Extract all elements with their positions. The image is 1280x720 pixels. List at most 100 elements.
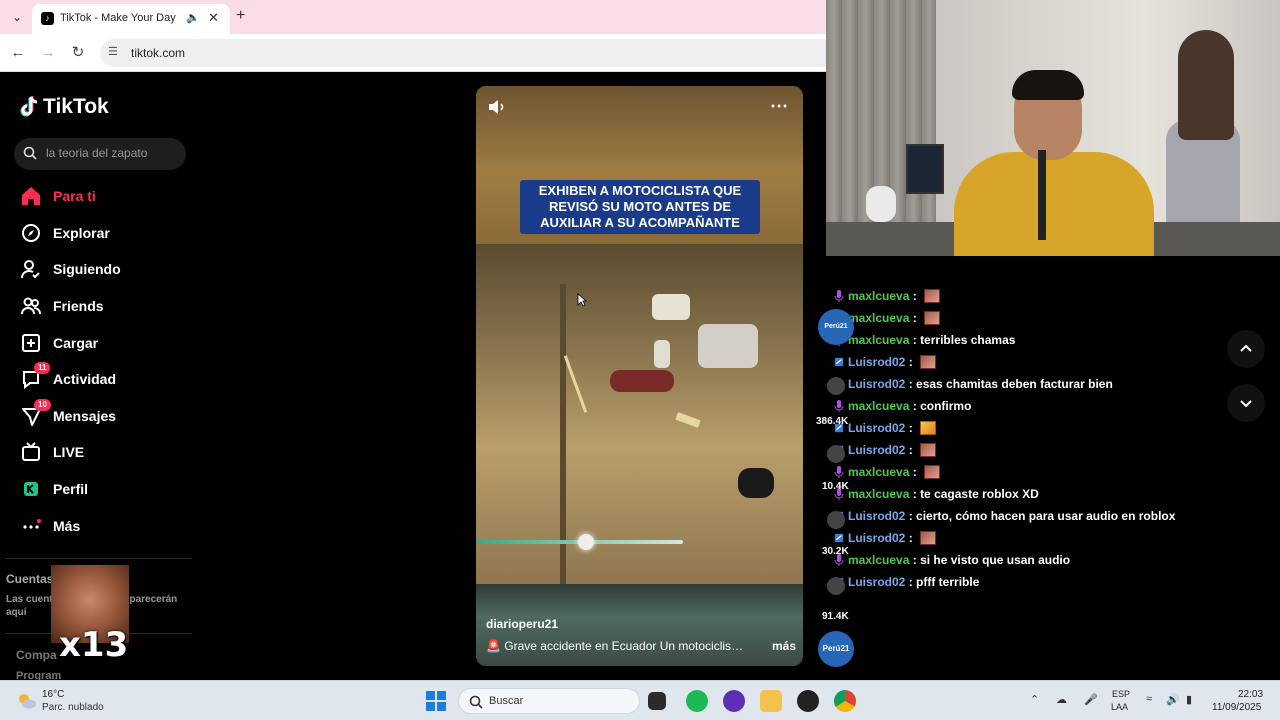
- sidebar-item-actividad[interactable]: 11 Actividad: [0, 361, 200, 398]
- browser-toolbar: ← → ↻ ☰ tiktok.com: [0, 34, 826, 72]
- reload-icon[interactable]: ↻: [68, 43, 88, 63]
- sidebar-item-siguiendo[interactable]: Siguiendo: [0, 251, 200, 288]
- weather-description: Parc. nublado: [42, 702, 104, 713]
- share-count: 91.4K: [822, 611, 849, 622]
- video-player[interactable]: EXHIBEN A MOTOCICLISTA QUE REVISÓ SU MOT…: [476, 86, 803, 666]
- user-badge-icon: [834, 357, 844, 367]
- sidebar-item-live[interactable]: LIVE: [0, 434, 200, 471]
- sidebar-item-perfil[interactable]: Perfil: [0, 471, 200, 508]
- chat-username[interactable]: maxlcueva: [848, 311, 909, 325]
- share-icon[interactable]: [826, 576, 846, 596]
- comment-count: 10.4K: [822, 481, 849, 492]
- sidebar-item-explorar[interactable]: Explorar: [0, 215, 200, 252]
- messages-badge: 10: [34, 398, 51, 411]
- language-code[interactable]: ESP: [1112, 689, 1130, 699]
- chat-username[interactable]: Luisrod02: [848, 377, 905, 391]
- sidebar-item-cargar[interactable]: Cargar: [0, 324, 200, 361]
- video-volume-slider[interactable]: [476, 534, 683, 550]
- caption-more-button[interactable]: más: [772, 639, 796, 653]
- slider-knob[interactable]: [577, 534, 594, 550]
- chat-username[interactable]: maxlcueva: [848, 289, 909, 303]
- chat-message: maxlcueva :: [834, 461, 941, 483]
- sound-avatar[interactable]: Perú21: [818, 631, 854, 667]
- tab-close-icon[interactable]: ✕: [208, 10, 219, 26]
- chat-username[interactable]: maxlcueva: [848, 465, 909, 479]
- chat-username[interactable]: Luisrod02: [848, 355, 905, 369]
- fallen-motorcycle: [610, 370, 674, 392]
- video-headline: EXHIBEN A MOTOCICLISTA QUE REVISÓ SU MOT…: [520, 180, 760, 234]
- search-box[interactable]: [14, 138, 186, 170]
- search-input[interactable]: [46, 146, 182, 160]
- streamer: [954, 70, 1154, 256]
- microphone-icon[interactable]: 🎤: [1084, 693, 1098, 706]
- sidebar-item-para-ti[interactable]: Para ti: [0, 178, 200, 215]
- spotify-icon[interactable]: [686, 690, 708, 712]
- previous-video-button[interactable]: [1227, 330, 1265, 368]
- sidebar-item-mensajes[interactable]: 10 Mensajes: [0, 398, 200, 435]
- chat-text: cierto, cómo hacen para usar audio en ro…: [916, 509, 1176, 523]
- tab-list-chevron-icon[interactable]: ⌄: [8, 8, 26, 26]
- address-bar[interactable]: ☰ tiktok.com: [100, 39, 826, 67]
- comment-icon[interactable]: [826, 444, 846, 464]
- back-icon[interactable]: ←: [8, 43, 28, 63]
- volume-icon[interactable]: [486, 96, 508, 118]
- clock-date[interactable]: 11/09/2025: [1212, 702, 1261, 713]
- chat-username[interactable]: Luisrod02: [848, 531, 905, 545]
- tiktok-logo-icon: [20, 96, 38, 117]
- chrome-icon[interactable]: [834, 690, 856, 712]
- microphone-stand: [1038, 150, 1046, 240]
- creator-avatar[interactable]: Perú21: [818, 309, 854, 345]
- tab-audio-icon[interactable]: 🔈: [186, 11, 200, 24]
- chat-message: Luisrod02 : pfff terrible: [834, 571, 979, 593]
- chat-username[interactable]: Luisrod02: [848, 443, 905, 457]
- taskbar-search[interactable]: Buscar: [458, 688, 640, 714]
- chat-username[interactable]: Luisrod02: [848, 421, 905, 435]
- battery-icon[interactable]: ▮: [1186, 693, 1192, 706]
- site-info-icon[interactable]: ☰: [108, 45, 118, 58]
- clock-time[interactable]: 22:03: [1238, 689, 1263, 700]
- chat-message: Luisrod02 :: [834, 527, 937, 549]
- chat-username[interactable]: maxlcueva: [848, 553, 909, 567]
- forward-icon[interactable]: →: [38, 43, 58, 63]
- user-badge-icon: [834, 533, 844, 543]
- accounts-title: Cuentas: [6, 572, 54, 586]
- chat-username[interactable]: maxlcueva: [848, 487, 909, 501]
- onedrive-cloud-icon[interactable]: ☁: [1056, 693, 1067, 706]
- chat-username[interactable]: maxlcueva: [848, 333, 909, 347]
- tiktok-logo[interactable]: TikTok: [20, 95, 109, 119]
- chat-username[interactable]: Luisrod02: [848, 509, 905, 523]
- chat-message: maxlcueva : te cagaste roblox XD: [834, 483, 1039, 505]
- sidebar-item-label: Perfil: [53, 481, 89, 498]
- like-icon[interactable]: [826, 376, 846, 396]
- keyboard-layout[interactable]: LAA: [1111, 702, 1128, 712]
- new-tab-icon[interactable]: +: [236, 7, 245, 25]
- app-purple-icon[interactable]: [723, 690, 745, 712]
- next-video-button[interactable]: [1227, 384, 1265, 422]
- chat-emote-icon: [924, 311, 941, 325]
- cup: [866, 186, 896, 222]
- sidebar-item-friends[interactable]: Friends: [0, 288, 200, 325]
- chat-text: confirmo: [920, 399, 972, 413]
- tray-chevron-icon[interactable]: ⌃: [1030, 693, 1039, 706]
- browser-tab[interactable]: ♪ TikTok - Make Your Day 🔈 ✕: [32, 4, 230, 34]
- mic-badge-icon: [834, 400, 844, 412]
- bookmark-icon[interactable]: [826, 510, 846, 530]
- chat-username[interactable]: maxlcueva: [848, 399, 909, 413]
- accounts-desc-a: Las cuent: [6, 594, 53, 605]
- task-view-icon[interactable]: [648, 692, 666, 710]
- file-explorer-icon[interactable]: [760, 690, 782, 712]
- sidebar-item-mas[interactable]: Más: [0, 507, 200, 544]
- chevron-up-icon: [1240, 344, 1252, 352]
- wifi-icon[interactable]: ≈: [1146, 693, 1152, 705]
- weather-cloud-icon[interactable]: [16, 690, 38, 712]
- chat-separator: :: [905, 575, 917, 589]
- windows-start-icon[interactable]: [426, 691, 446, 711]
- speaker-icon[interactable]: 🔊: [1166, 693, 1180, 706]
- video-options-icon[interactable]: ⋯: [770, 96, 788, 117]
- video-author[interactable]: diarioperu21: [486, 617, 558, 631]
- app-dark-icon[interactable]: [797, 690, 819, 712]
- chat-username[interactable]: Luisrod02: [848, 575, 905, 589]
- search-icon: [469, 695, 483, 709]
- activity-badge: 11: [34, 362, 51, 375]
- chat-separator: :: [909, 465, 921, 479]
